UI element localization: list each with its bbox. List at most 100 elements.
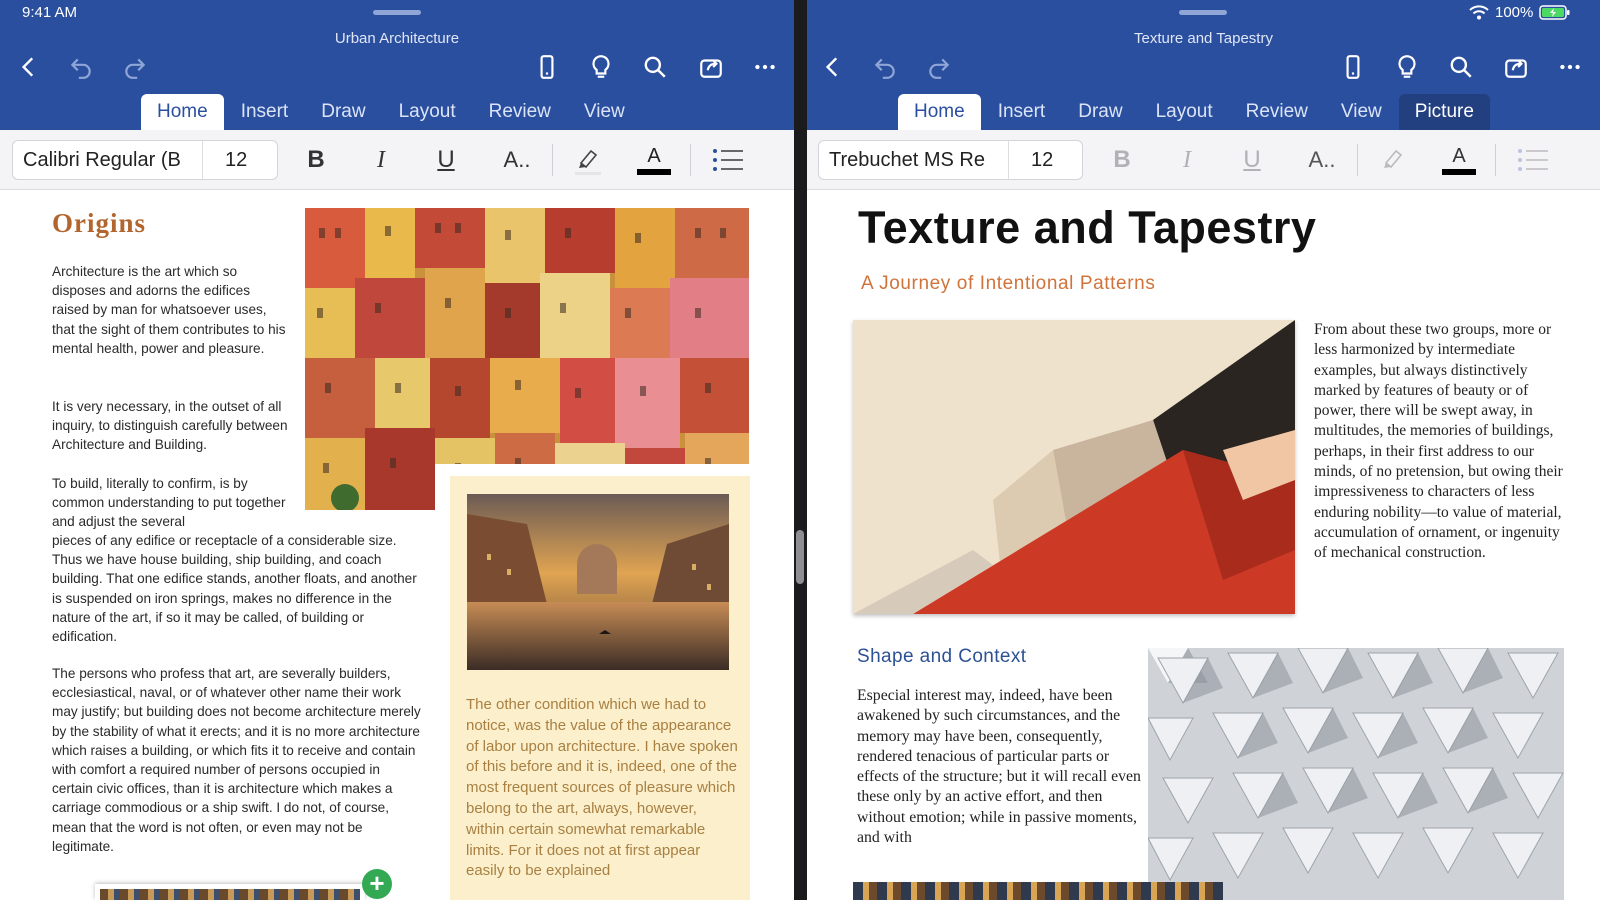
left-window-grabber[interactable] bbox=[373, 10, 421, 15]
battery-icon bbox=[1539, 5, 1570, 20]
font-color-icon: A bbox=[637, 145, 671, 175]
underline-button[interactable]: U bbox=[426, 142, 466, 178]
tab-picture[interactable]: Picture bbox=[1398, 94, 1490, 130]
redo-icon[interactable] bbox=[120, 52, 150, 82]
triangle-facade-image bbox=[1148, 648, 1564, 900]
paragraph-4: The persons who profess that art, are se… bbox=[52, 666, 421, 854]
back-icon[interactable] bbox=[14, 52, 44, 82]
font-size-field[interactable]: 12 bbox=[1009, 141, 1075, 179]
highlight-button[interactable] bbox=[1373, 142, 1413, 178]
left-home-ribbon: Calibri Regular (B 12 B I U A.. A bbox=[0, 130, 794, 190]
highlighter-icon bbox=[1384, 149, 1403, 169]
font-name-field[interactable]: Calibri Regular (B bbox=[13, 141, 203, 179]
tab-review[interactable]: Review bbox=[473, 94, 567, 130]
font-picker[interactable]: Trebuchet MS Re 12 bbox=[818, 140, 1083, 180]
italic-button[interactable]: I bbox=[361, 142, 401, 178]
tab-draw[interactable]: Draw bbox=[305, 94, 381, 130]
split-screen: 9:41 AM Urban Architecture Home Insert D… bbox=[0, 0, 1600, 900]
paragraph-2: It is very necessary, in the outset of a… bbox=[52, 399, 288, 453]
bullets-button[interactable] bbox=[1513, 142, 1553, 178]
redo-icon[interactable] bbox=[924, 52, 954, 82]
right-window-grabber[interactable] bbox=[1179, 10, 1227, 15]
ribbon-separator bbox=[552, 144, 553, 176]
section-heading-origins: Origins bbox=[52, 208, 147, 238]
search-icon[interactable] bbox=[640, 52, 670, 82]
bulleted-list-icon bbox=[1518, 149, 1548, 171]
tab-home[interactable]: Home bbox=[898, 94, 981, 130]
underline-button[interactable]: U bbox=[1232, 142, 1272, 178]
tab-view[interactable]: View bbox=[568, 94, 641, 130]
font-color-button[interactable]: A bbox=[1439, 142, 1479, 178]
abstract-architecture-image bbox=[853, 320, 1295, 614]
undo-icon[interactable] bbox=[66, 52, 96, 82]
ribbon-separator bbox=[1357, 144, 1358, 176]
bulleted-list-icon bbox=[713, 149, 743, 171]
section-heading-shape-context: Shape and Context bbox=[857, 646, 1027, 667]
text-effects-button[interactable]: A.. bbox=[1299, 142, 1345, 178]
right-document-title: Texture and Tapestry bbox=[1134, 30, 1273, 47]
triangle-facade-photo[interactable] bbox=[1148, 648, 1564, 900]
back-icon[interactable] bbox=[818, 52, 848, 82]
font-color-glyph: A bbox=[647, 145, 661, 167]
tab-review[interactable]: Review bbox=[1230, 94, 1324, 130]
status-time: 9:41 AM bbox=[22, 4, 78, 21]
font-picker[interactable]: Calibri Regular (B 12 bbox=[12, 140, 278, 180]
font-color-icon: A bbox=[1442, 145, 1476, 175]
bullets-button[interactable] bbox=[708, 142, 748, 178]
status-indicators: 100% bbox=[1469, 4, 1571, 21]
side-paragraph: From about these two groups, more or les… bbox=[1314, 321, 1563, 562]
bottom-image-frame[interactable] bbox=[95, 884, 365, 900]
right-toolbar: 100% Texture and Tapestry Home Insert Dr… bbox=[807, 0, 1600, 130]
more-icon[interactable] bbox=[750, 52, 780, 82]
share-icon[interactable] bbox=[696, 52, 726, 82]
right-home-ribbon: Trebuchet MS Re 12 B I U A.. A bbox=[807, 130, 1600, 190]
ribbon-separator bbox=[690, 144, 691, 176]
tab-view[interactable]: View bbox=[1325, 94, 1398, 130]
left-toolbar: 9:41 AM Urban Architecture Home Insert D… bbox=[0, 0, 794, 130]
tab-insert[interactable]: Insert bbox=[982, 94, 1062, 130]
font-name-field[interactable]: Trebuchet MS Re bbox=[819, 141, 1009, 179]
left-document-window: 9:41 AM Urban Architecture Home Insert D… bbox=[0, 0, 794, 900]
font-color-button[interactable]: A bbox=[634, 142, 674, 178]
tab-draw[interactable]: Draw bbox=[1062, 94, 1138, 130]
right-ribbon-tabs: Home Insert Draw Layout Review View Pict… bbox=[898, 94, 1491, 130]
bold-button[interactable]: B bbox=[296, 142, 336, 178]
abstract-architecture-photo[interactable] bbox=[853, 320, 1295, 614]
paragraph-3: pieces of any edifice or receptacle of a… bbox=[52, 533, 417, 645]
bottom-facade-image[interactable] bbox=[853, 882, 1223, 900]
undo-icon[interactable] bbox=[870, 52, 900, 82]
body-paragraph: Especial interest may, indeed, have been… bbox=[857, 687, 1141, 847]
highlight-button[interactable] bbox=[568, 142, 608, 178]
tab-insert[interactable]: Insert bbox=[225, 94, 305, 130]
italic-button[interactable]: I bbox=[1167, 142, 1207, 178]
lightbulb-icon[interactable] bbox=[1392, 52, 1422, 82]
paragraph-1: Architecture is the art which so dispose… bbox=[52, 264, 286, 356]
split-view-divider[interactable] bbox=[796, 530, 804, 584]
add-icon[interactable]: + bbox=[362, 869, 392, 899]
venice-canal-photo[interactable] bbox=[467, 494, 729, 670]
venice-canal-image bbox=[467, 494, 729, 670]
tab-layout[interactable]: Layout bbox=[383, 94, 472, 130]
bottom-building-image bbox=[100, 889, 360, 900]
ribbon-separator bbox=[1495, 144, 1496, 176]
document-subtitle: A Journey of Intentional Patterns bbox=[861, 273, 1156, 294]
tab-home[interactable]: Home bbox=[141, 94, 224, 130]
lightbulb-icon[interactable] bbox=[586, 52, 616, 82]
callout-text: The other condition which we had to noti… bbox=[466, 696, 738, 880]
tab-layout[interactable]: Layout bbox=[1140, 94, 1229, 130]
highlighter-icon bbox=[575, 149, 601, 175]
left-ribbon-tabs: Home Insert Draw Layout Review View bbox=[141, 94, 642, 130]
mobile-view-icon[interactable] bbox=[532, 52, 562, 82]
font-size-field[interactable]: 12 bbox=[203, 141, 269, 179]
wifi-icon bbox=[1469, 5, 1489, 20]
bold-button[interactable]: B bbox=[1102, 142, 1142, 178]
document-title: Texture and Tapestry bbox=[858, 202, 1317, 253]
font-color-glyph: A bbox=[1452, 145, 1466, 167]
battery-percent: 100% bbox=[1495, 4, 1534, 21]
mobile-view-icon[interactable] bbox=[1338, 52, 1368, 82]
paragraph-3-wrap: To build, literally to confirm, is by co… bbox=[52, 476, 286, 530]
text-effects-button[interactable]: A.. bbox=[494, 142, 540, 178]
more-icon[interactable] bbox=[1555, 52, 1585, 82]
search-icon[interactable] bbox=[1446, 52, 1476, 82]
share-icon[interactable] bbox=[1501, 52, 1531, 82]
